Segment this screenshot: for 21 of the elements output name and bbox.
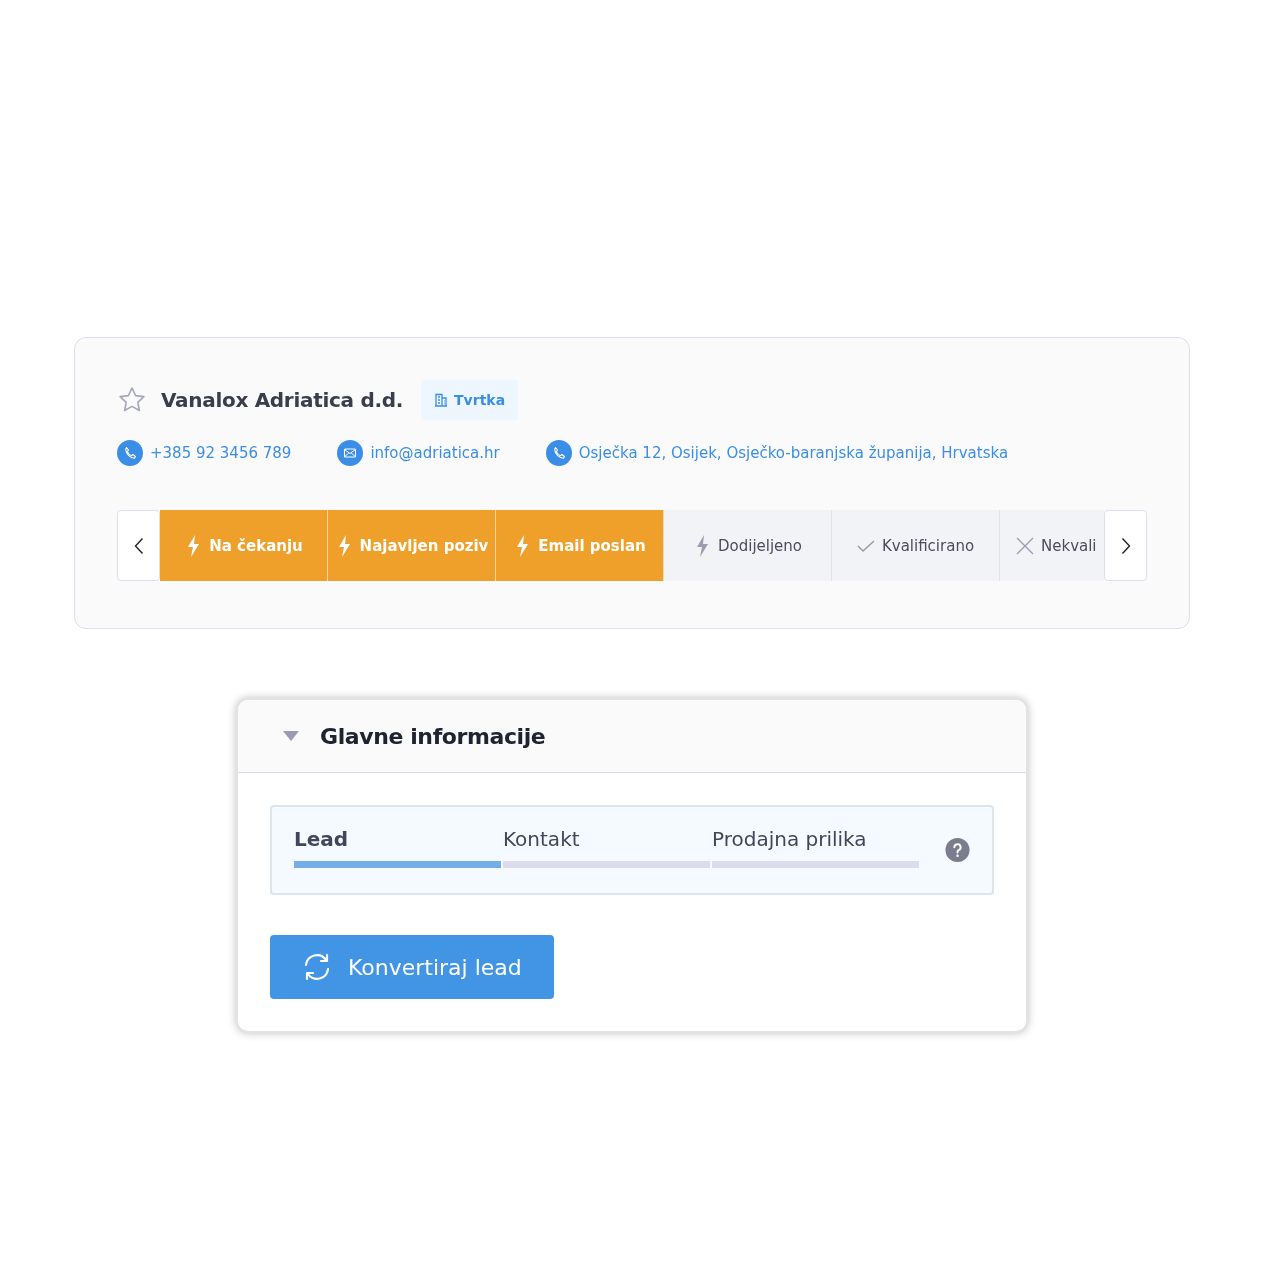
stage-step[interactable]: Nekvali bbox=[1000, 510, 1104, 581]
step-label[interactable]: Prodajna prilika bbox=[712, 826, 919, 851]
chevron-right-icon bbox=[1120, 536, 1131, 555]
stage-step[interactable]: Dodijeljeno bbox=[664, 510, 832, 581]
step-label[interactable]: Lead bbox=[294, 826, 501, 851]
section-title: Glavne informacije bbox=[320, 723, 546, 749]
caret-down-icon[interactable] bbox=[282, 730, 300, 742]
help-icon[interactable] bbox=[945, 836, 970, 864]
section-header[interactable]: Glavne informacije bbox=[238, 700, 1026, 773]
building-icon bbox=[434, 393, 449, 407]
phone-icon bbox=[545, 440, 572, 466]
company-name: Vanalox Adriatica d.d. bbox=[161, 388, 404, 412]
chevron-left-icon bbox=[133, 536, 144, 555]
next-button[interactable] bbox=[1104, 510, 1147, 581]
mail-icon bbox=[337, 440, 364, 466]
refresh-icon bbox=[302, 952, 332, 982]
phone-icon bbox=[117, 440, 143, 466]
stage-step[interactable]: Kvalificirano bbox=[832, 510, 1000, 581]
previous-button[interactable] bbox=[117, 510, 160, 581]
step-label[interactable]: Kontakt bbox=[503, 826, 710, 851]
type-badge: Tvrtka bbox=[421, 380, 519, 420]
